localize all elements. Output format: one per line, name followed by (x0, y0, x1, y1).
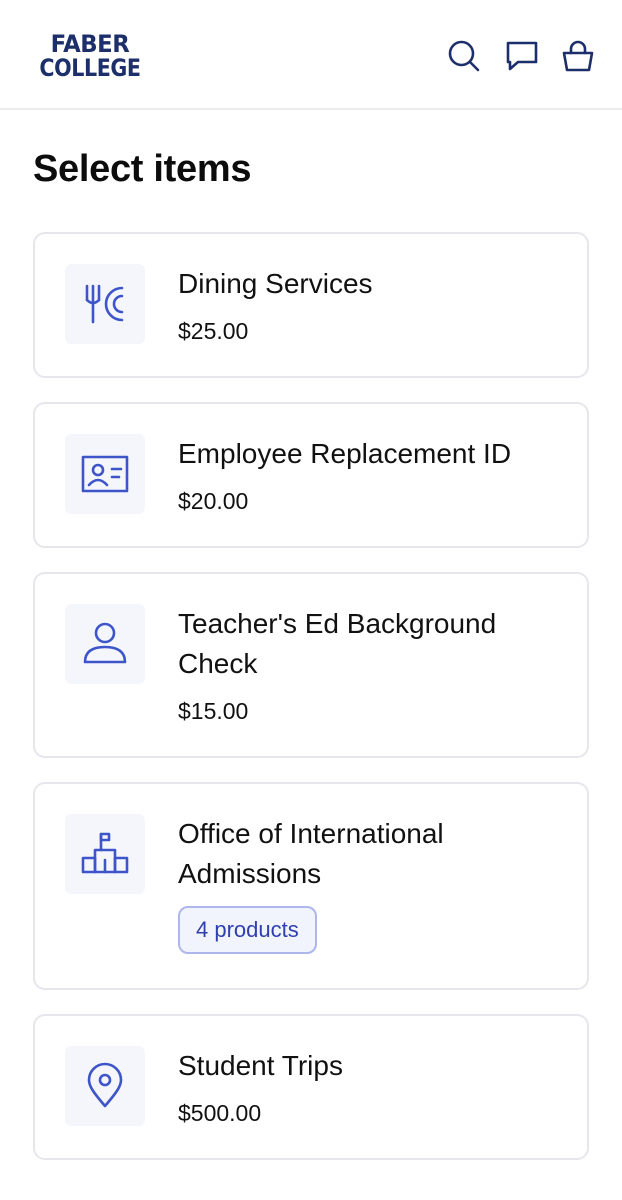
item-card-student-trips[interactable]: Student Trips $500.00 (33, 1014, 589, 1160)
cart-button[interactable] (560, 38, 596, 74)
college-logo[interactable]: FABER COLLEGE (30, 32, 150, 80)
item-name: Office of International Admissions (178, 818, 444, 889)
building-icon (81, 832, 129, 874)
person-icon (83, 622, 127, 664)
item-price: $20.00 (178, 488, 249, 514)
chat-icon (506, 41, 538, 71)
page-title: Select items (33, 148, 252, 190)
dining-icon (85, 284, 124, 324)
header: FABER COLLEGE (0, 0, 622, 110)
item-name: Employee Replacement ID (178, 438, 512, 469)
item-card-employee-replacement-id[interactable]: Employee Replacement ID $20.00 (33, 402, 589, 548)
item-card-dining-services[interactable]: Dining Services $25.00 (33, 232, 589, 378)
location-pin-icon (87, 1062, 123, 1108)
logo-line-1: FABER (50, 30, 130, 58)
item-name: Student Trips (178, 1050, 343, 1081)
item-thumbnail (65, 434, 145, 514)
item-name: Dining Services (178, 268, 373, 299)
chat-button[interactable] (504, 38, 540, 74)
search-icon (448, 40, 480, 72)
item-thumbnail (65, 814, 145, 894)
item-card-teachers-ed-background-check[interactable]: Teacher's Ed Background Check $15.00 (33, 572, 589, 758)
item-card-office-of-international-admissions[interactable]: Office of International Admissions 4 pro… (33, 782, 589, 990)
item-thumbnail (65, 604, 145, 684)
item-name: Teacher's Ed Background Check (178, 608, 497, 679)
item-price: $25.00 (178, 318, 249, 344)
search-button[interactable] (446, 38, 482, 74)
item-thumbnail (65, 1046, 145, 1126)
id-card-icon (81, 455, 129, 493)
item-price: $15.00 (178, 698, 249, 724)
products-count-badge[interactable]: 4 products (178, 906, 317, 954)
logo-line-2: COLLEGE (39, 54, 141, 82)
item-price: $500.00 (178, 1100, 262, 1126)
cart-icon (562, 40, 594, 72)
item-thumbnail (65, 264, 145, 344)
